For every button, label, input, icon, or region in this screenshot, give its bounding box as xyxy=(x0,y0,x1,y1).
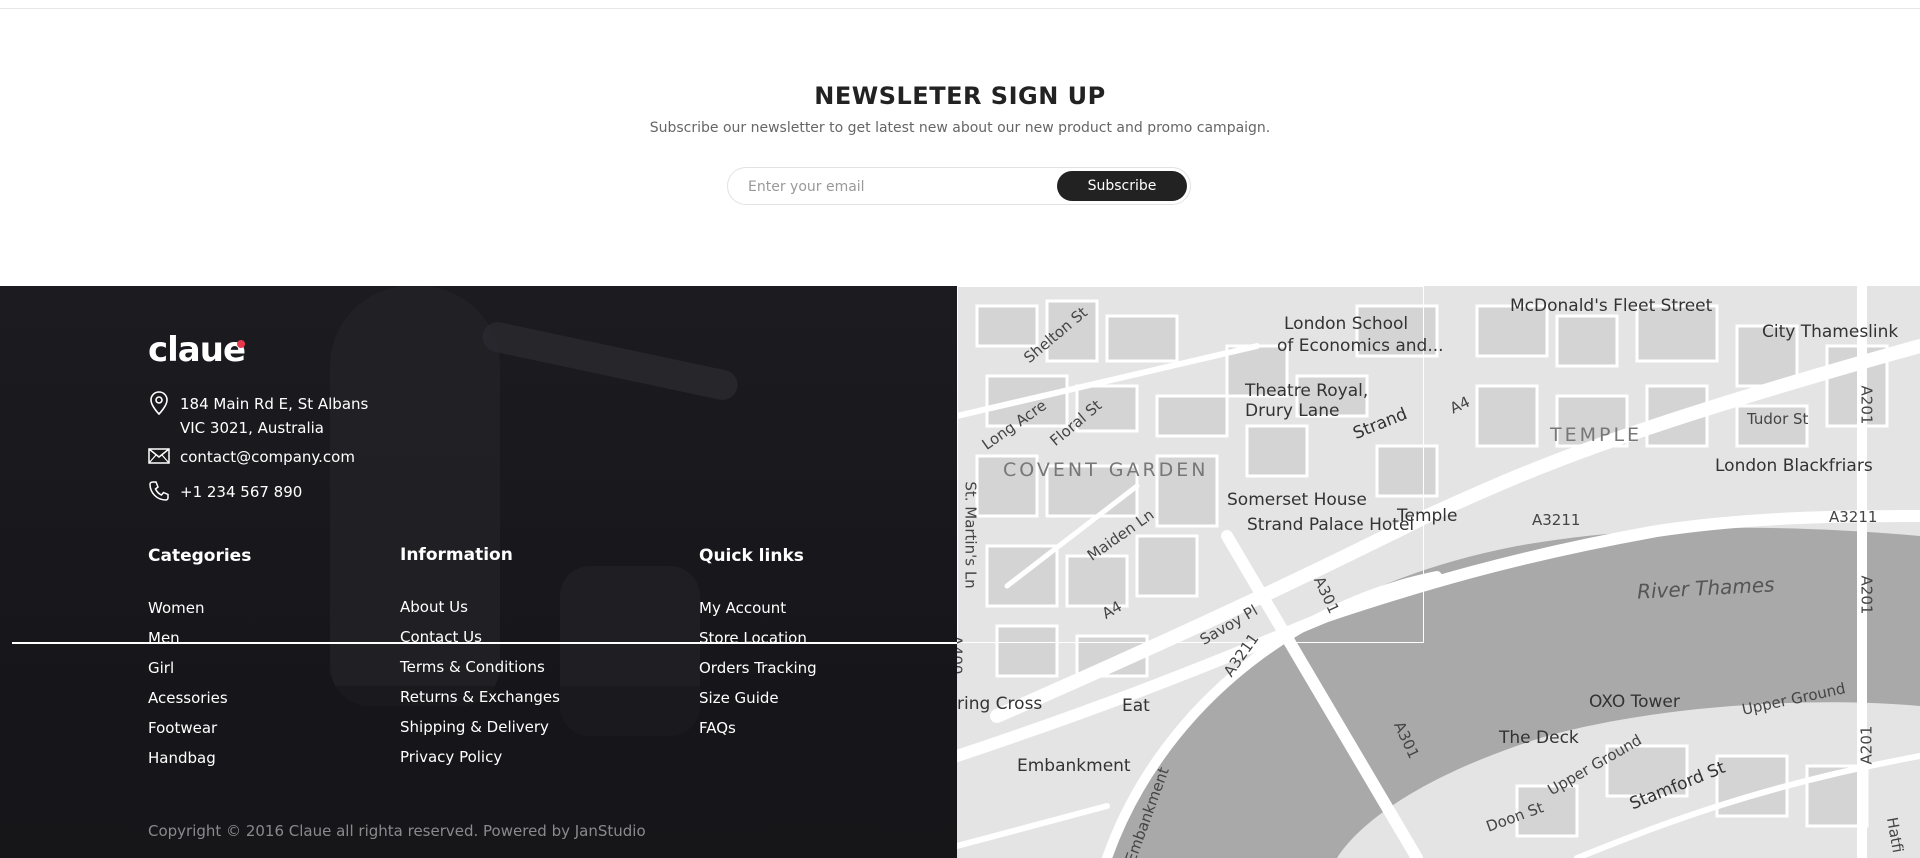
map-label: City Thameslink xyxy=(1762,322,1899,342)
footer-logo[interactable]: claue xyxy=(148,330,246,370)
map-label: The Deck xyxy=(1499,728,1579,748)
map-label: Strand Palace Hotel xyxy=(1247,515,1415,535)
map-label: A201 xyxy=(1857,385,1876,425)
newsletter-title: NEWSLETER SIGN UP xyxy=(814,82,1106,110)
map-label: London Blackfriars xyxy=(1715,456,1873,476)
information-title: Information xyxy=(400,545,513,565)
map-label: OXO Tower xyxy=(1589,692,1680,712)
footer-link-returns[interactable]: Returns & Exchanges xyxy=(400,682,560,712)
footer-link-girl[interactable]: Girl xyxy=(148,653,228,683)
footer-link-store-location[interactable]: Store Location xyxy=(699,623,817,653)
phone-number[interactable]: +1 234 567 890 xyxy=(180,480,302,504)
footer-link-orders-tracking[interactable]: Orders Tracking xyxy=(699,653,817,683)
logo-dot xyxy=(237,340,245,348)
footer-link-women[interactable]: Women xyxy=(148,593,228,623)
map-label: Tudor St xyxy=(1747,410,1809,428)
map-label: A201 xyxy=(1857,725,1876,765)
map-label: TEMPLE xyxy=(1550,424,1643,446)
footer-link-about-us[interactable]: About Us xyxy=(400,592,560,622)
map[interactable]: McDonald's Fleet Street City Thameslink … xyxy=(957,286,1920,858)
map-label: A201 xyxy=(1857,575,1876,615)
footer-link-terms[interactable]: Terms & Conditions xyxy=(400,652,560,682)
map-label: London School xyxy=(1284,314,1409,334)
map-label: A3211 xyxy=(1532,511,1581,529)
address-line2: VIC 3021, Australia xyxy=(180,419,324,437)
footer-link-privacy[interactable]: Privacy Policy xyxy=(400,742,560,772)
quick-links-title: Quick links xyxy=(699,546,804,566)
footer-link-men[interactable]: Men xyxy=(148,623,228,653)
location-pin-icon xyxy=(148,391,170,415)
map-label: of Economics and... xyxy=(1277,336,1444,356)
newsletter-subtitle: Subscribe our newsletter to get latest n… xyxy=(649,120,1271,136)
top-divider xyxy=(0,8,1920,9)
newsletter-section: NEWSLETER SIGN UP Subscribe our newslett… xyxy=(0,0,1920,286)
map-label: ring Cross xyxy=(957,694,1043,714)
quick-links-list: My Account Store Location Orders Trackin… xyxy=(699,593,817,743)
email-row: contact@company.com xyxy=(148,445,355,469)
footer-link-footwear[interactable]: Footwear xyxy=(148,713,228,743)
envelope-icon xyxy=(148,445,170,467)
footer-link-handbag[interactable]: Handbag xyxy=(148,743,228,773)
email-input[interactable] xyxy=(748,177,1048,197)
footer-link-size-guide[interactable]: Size Guide xyxy=(699,683,817,713)
footer-section xyxy=(0,286,957,858)
map-label: Drury Lane xyxy=(1245,401,1340,421)
map-label: A400 xyxy=(957,635,966,675)
map-label: Temple xyxy=(1397,506,1458,526)
categories-list: Women Men Girl Acessories Footwear Handb… xyxy=(148,593,228,773)
information-list: About Us Contact Us Terms & Conditions R… xyxy=(400,592,560,772)
map-label: COVENT GARDEN xyxy=(1003,459,1209,481)
copyright-text: Copyright © 2016 Claue all righta reserv… xyxy=(148,822,646,840)
background-shape xyxy=(479,319,741,403)
footer-link-faqs[interactable]: FAQs xyxy=(699,713,817,743)
newsletter-form: Subscribe xyxy=(727,167,1191,205)
email-link[interactable]: contact@company.com xyxy=(180,445,355,469)
map-label: Theatre Royal, xyxy=(1245,381,1369,401)
map-label: McDonald's Fleet Street xyxy=(1510,296,1713,316)
footer-link-acessories[interactable]: Acessories xyxy=(148,683,228,713)
map-label: A3211 xyxy=(1829,508,1878,526)
map-label: Somerset House xyxy=(1227,490,1367,510)
map-label: Embankment xyxy=(1017,756,1131,776)
footer-link-contact-us[interactable]: Contact Us xyxy=(400,622,560,652)
map-label: St. Martin's Ln xyxy=(961,481,980,589)
footer-link-my-account[interactable]: My Account xyxy=(699,593,817,623)
address-row: 184 Main Rd E, St Albans VIC 3021, Austra… xyxy=(148,391,369,440)
categories-title: Categories xyxy=(148,546,252,566)
subscribe-button[interactable]: Subscribe xyxy=(1057,171,1187,201)
address-line1: 184 Main Rd E, St Albans xyxy=(180,395,369,413)
phone-row: +1 234 567 890 xyxy=(148,480,302,504)
phone-icon xyxy=(148,480,170,502)
map-label: Eat xyxy=(1122,696,1150,716)
footer-link-shipping[interactable]: Shipping & Delivery xyxy=(400,712,560,742)
